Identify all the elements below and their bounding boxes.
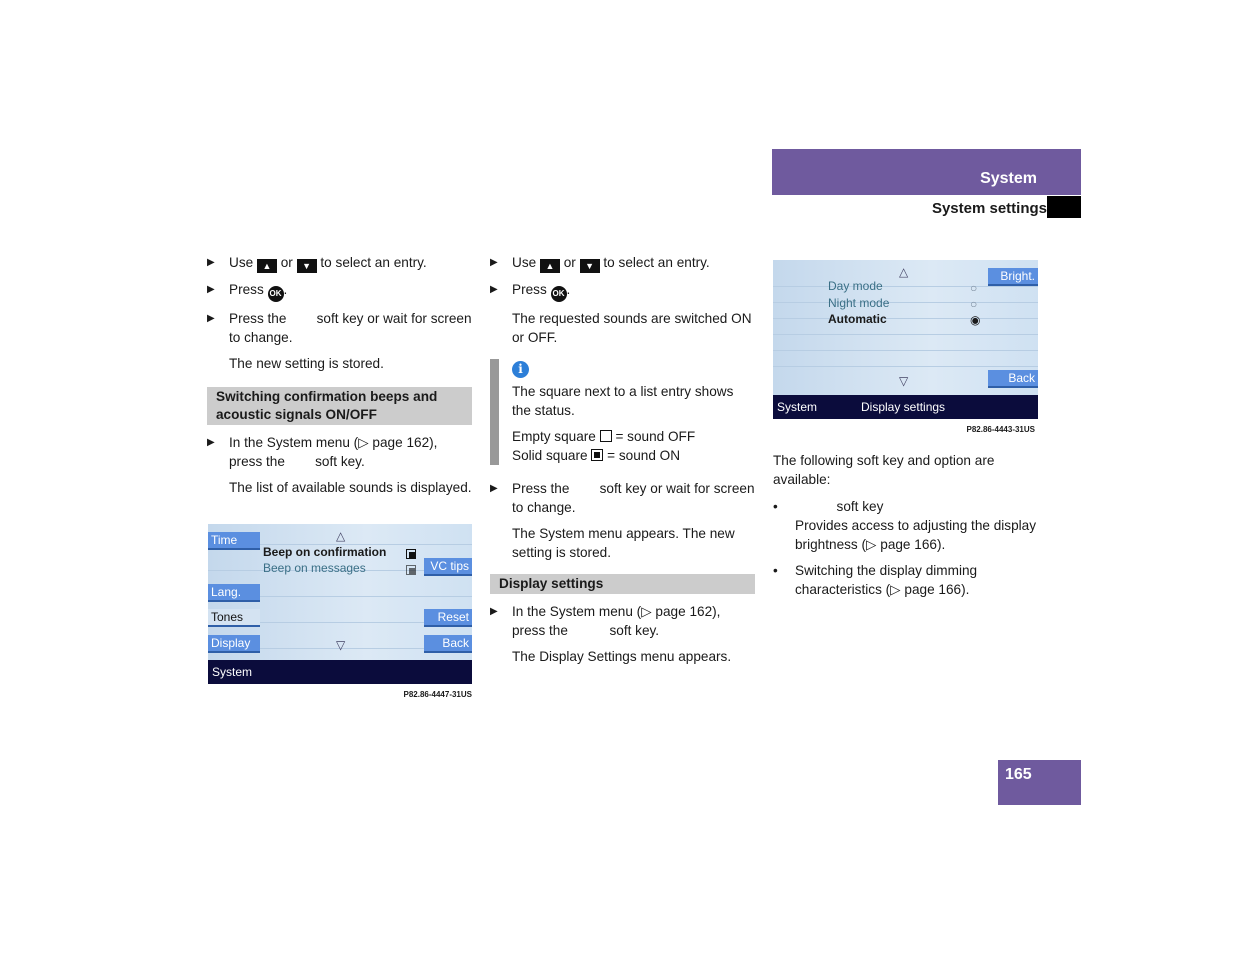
reset-button[interactable]: Reset [424, 609, 472, 627]
list-item-beep-messages[interactable]: Beep on messages [263, 561, 366, 575]
list-item-night-mode[interactable]: Night mode [828, 296, 889, 310]
scroll-up-icon[interactable]: △ [899, 265, 908, 279]
vc-tips-button[interactable]: VC tips [424, 558, 472, 576]
subsection-title: System settings [931, 200, 1047, 217]
display-settings-screen: △ ▽ Day mode Night mode Automatic ○ ○ ◉ … [773, 260, 1038, 419]
step: ▶ Press OK. [490, 280, 755, 302]
tones-button[interactable]: Tones [208, 609, 260, 627]
checkbox-checked-icon[interactable] [406, 547, 416, 561]
info-box: i The square next to a list entry shows … [490, 359, 755, 465]
manual-page: System System settings ▶ Use ▲ or ▼ to se… [0, 0, 1235, 954]
lang-button[interactable]: Lang. [208, 584, 260, 602]
radio-empty-icon[interactable]: ○ [970, 281, 977, 295]
section-title: System [980, 170, 1037, 187]
scroll-up-icon[interactable]: △ [336, 529, 345, 543]
list-item-day-mode[interactable]: Day mode [828, 279, 883, 293]
paragraph: The list of available sounds is displaye… [229, 480, 472, 495]
screen-status-bar: System [208, 660, 472, 684]
arrow-icon: ▶ [207, 257, 215, 268]
time-button[interactable]: Time [208, 532, 260, 550]
up-key-icon: ▲ [256, 259, 277, 273]
paragraph: The new setting is stored. [229, 356, 384, 371]
radio-selected-icon[interactable]: ◉ [970, 313, 980, 327]
paragraph: The System menu appears. The new setting… [512, 526, 735, 560]
figure-caption: P82.86-4443-31US [966, 425, 1036, 434]
solid-square-icon [591, 449, 604, 461]
step: ▶ Use ▲ or ▼ to select an entry. [207, 255, 427, 273]
checkbox-checked-icon[interactable] [406, 563, 416, 577]
arrow-icon: ▶ [490, 284, 498, 295]
column-2: ▶ Use ▲ or ▼ to select an entry. ▶ Press O… [490, 253, 755, 673]
header-marker [1047, 196, 1081, 218]
paragraph: The Display Settings menu appears. [512, 649, 732, 664]
step: ▶ Use ▲ or ▼ to select an entry. [490, 255, 710, 273]
arrow-icon: ▶ [490, 483, 498, 494]
display-button[interactable]: Display [208, 635, 260, 653]
up-key-icon: ▲ [539, 259, 560, 273]
radio-empty-icon[interactable]: ○ [970, 297, 977, 311]
figure-caption: P82.86-4447-31US [403, 690, 473, 699]
paragraph: The requested sounds are switched ON or … [512, 311, 752, 345]
section-header: System [772, 149, 1081, 195]
info-icon: i [512, 361, 529, 378]
arrow-icon: ▶ [207, 284, 215, 295]
screen-status-bar: System Display settings [773, 395, 1038, 419]
option-list: soft keyProvides access to adjusting the… [773, 497, 1038, 599]
list-item: soft keyProvides access to adjusting the… [773, 497, 1038, 554]
arrow-icon: ▶ [207, 313, 215, 324]
arrow-icon: ▶ [490, 257, 498, 268]
step: ▶ In the System menu (▷ page 162), press … [490, 604, 725, 638]
arrow-icon: ▶ [207, 437, 215, 448]
section-heading: Switching confirmation beeps and acousti… [207, 387, 472, 425]
step: ▶ In the System menu (▷ page 162), press … [207, 435, 442, 469]
system-menu-screen: △ ▽ Time Lang. Tones Display Beep on con… [208, 524, 472, 684]
step: ▶ Press OK. [207, 280, 472, 302]
empty-square-icon [599, 430, 612, 442]
paragraph: The following soft key and option are av… [773, 453, 995, 487]
page-number: 165 [1005, 766, 1032, 783]
arrow-icon: ▶ [490, 606, 498, 617]
scroll-down-icon[interactable]: ▽ [336, 638, 345, 652]
back-button[interactable]: Back [424, 635, 472, 653]
down-key-icon: ▼ [296, 259, 317, 273]
section-heading: Display settings [490, 574, 755, 594]
page-number-box: 165 [998, 760, 1081, 805]
back-button[interactable]: Back [988, 370, 1038, 388]
step: ▶ Press the soft key or wait for screen t… [490, 481, 759, 515]
ok-key-icon: OK [550, 286, 567, 302]
scroll-down-icon[interactable]: ▽ [899, 374, 908, 388]
down-key-icon: ▼ [579, 259, 600, 273]
bright-button[interactable]: Bright. [988, 268, 1038, 286]
list-item-beep-confirmation[interactable]: Beep on confirmation [263, 545, 386, 559]
column-1: ▶ Use ▲ or ▼ to select an entry. ▶ Press O… [207, 253, 472, 504]
ok-key-icon: OK [267, 286, 284, 302]
list-item-automatic[interactable]: Automatic [828, 312, 887, 326]
list-item: Switching the display dimming characteri… [773, 561, 1038, 599]
column-3: The following soft key and option are av… [773, 451, 1038, 606]
step: ▶ Press the soft key or wait for screen t… [207, 311, 476, 345]
